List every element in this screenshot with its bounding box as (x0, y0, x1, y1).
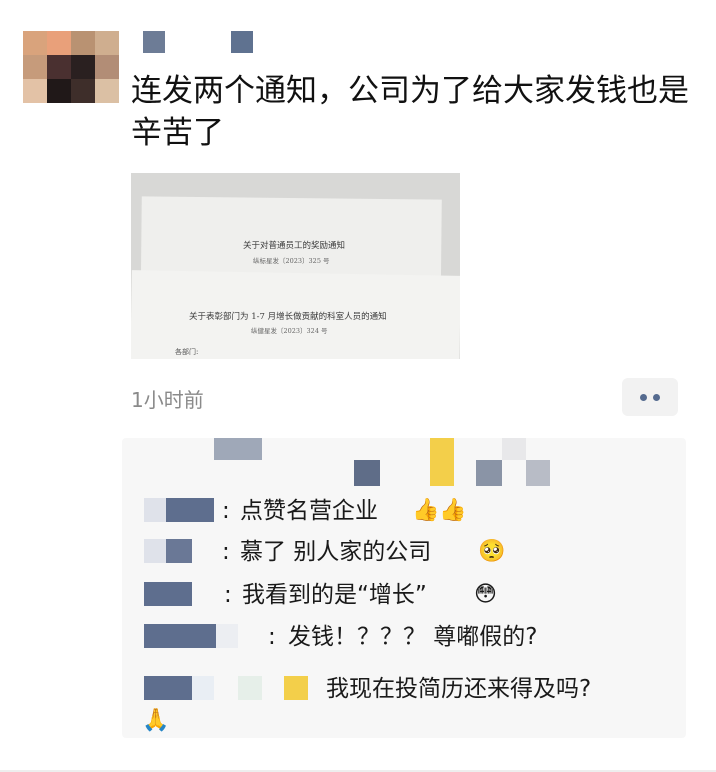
post-time: 1小时前 (131, 388, 204, 412)
likes-row-blurred[interactable] (122, 438, 686, 486)
commenter-name-blurred[interactable] (144, 676, 308, 700)
comment-separator: : (222, 539, 230, 565)
doc1-title: 关于对普通员工的奖励通知 (243, 241, 346, 251)
folded-hands-icon: 🙏 (142, 708, 170, 733)
comment-item[interactable]: : 发钱！？？？ 尊嘟假的? (122, 620, 686, 654)
thumbs-up-icon: 👍👍 (412, 498, 467, 523)
doc2-title: 关于表彰部门为 1-7 月增长做贡献的科室人员的通知 (189, 312, 387, 322)
ellipsis-icon (640, 393, 660, 401)
username-blurred[interactable] (143, 31, 253, 53)
comment-separator: : (222, 498, 230, 524)
comment-text: 我现在投简历还来得及吗? (326, 676, 592, 702)
comment-text: 点赞名营企业 (240, 498, 378, 524)
comments-panel: : 点赞名营企业 👍👍 : 慕了 别人家的公司 🥺 : 我看到的是“增长” 😳 … (122, 438, 686, 738)
post-photo[interactable]: 关于对普通员工的奖励通知 纵标星发〔2023〕325 号 关于表彰部门为 1-7… (131, 173, 460, 359)
comment-item[interactable]: : 慕了 别人家的公司 🥺 (122, 535, 686, 569)
comment-text: 慕了 别人家的公司 (240, 539, 432, 565)
comment-text: 发钱！？？？ 尊嘟假的? (288, 624, 538, 650)
doc2-salutation: 各部门: (175, 348, 199, 356)
commenter-name-blurred[interactable] (144, 624, 238, 648)
post-text: 连发两个通知，公司为了给大家发钱也是辛苦了 (131, 73, 689, 151)
comment-item[interactable]: 我现在投简历还来得及吗? (122, 672, 686, 706)
commenter-name-blurred[interactable] (144, 498, 214, 522)
doc2-number: 纵健星发〔2023〕324 号 (251, 327, 328, 335)
pleading-face-icon: 🥺 (478, 539, 506, 564)
comment-item[interactable]: : 点赞名营企业 👍👍 (122, 494, 686, 528)
comment-separator: : (268, 624, 276, 650)
commenter-name-blurred[interactable] (144, 539, 192, 563)
doc1-number: 纵标星发〔2023〕325 号 (253, 257, 330, 265)
comment-text: 我看到的是“增长” (242, 582, 427, 608)
comment-item-continued: 🙏 (122, 704, 202, 738)
flushed-face-icon: 😳 (474, 582, 497, 607)
more-actions-button[interactable] (622, 378, 678, 416)
comment-item[interactable]: : 我看到的是“增长” 😳 (122, 578, 686, 612)
commenter-name-blurred[interactable] (144, 582, 192, 606)
comment-separator: : (224, 582, 232, 608)
avatar[interactable] (23, 31, 119, 103)
